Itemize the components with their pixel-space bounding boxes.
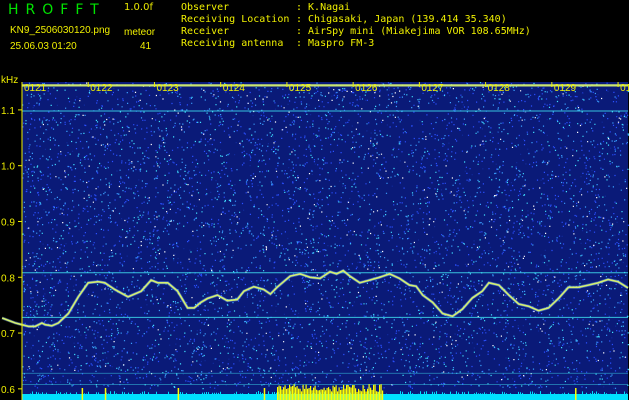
meteor-label: meteor [124,27,156,38]
file-name: KN9_2506030120.png [10,25,111,36]
x-tick-label: 0125 [289,83,312,94]
app-title: HROFFT [8,2,106,18]
observer-label: Observer [181,2,230,13]
x-tick-label: 0124 [223,83,246,94]
y-tick-label: 1.0 [1,162,15,173]
x-tick-label: 0123 [156,83,179,94]
header: HROFFT 1.0.0f KN9_2506030120.png meteor … [0,0,629,74]
x-tick-label: 0128 [488,83,511,94]
noise-burst-spike [81,388,84,400]
observer-value: : K.Nagai [296,2,351,13]
spectrogram: 0121 0122 0123 0124 0125 0126 0127 0128 0129 0130… [0,74,629,400]
x-tick-label: 0129 [554,83,577,94]
antenna-value: : Maspro FM-3 [296,38,375,49]
y-tick-label: 0.8 [1,273,15,284]
noise-burst-spike [104,388,107,400]
y-axis-label: kHz [1,75,18,86]
noise-burst-spike [575,388,577,400]
x-tick-label: 0130 [620,83,629,94]
timestamp: 25.06.03 01:20 [10,41,77,52]
receiver-value: : AirSpy mini (Miakejima VOR 108.65MHz) [296,26,531,37]
y-tick-label: 0.9 [1,217,15,228]
y-tick-label: 0.7 [1,329,15,340]
antenna-label: Receiving antenna [181,38,284,49]
x-tick-label: 0126 [355,83,378,94]
noise-burst-spike [177,388,180,400]
y-tick-label: 0.6 [1,385,15,396]
x-tick-label: 0127 [421,83,444,94]
x-tick-label: 0121 [24,83,47,94]
location-label: Receiving Location [181,14,290,25]
y-tick-label: 1.1 [1,106,15,117]
receiver-label: Receiver [181,26,230,37]
location-value: : Chigasaki, Japan (139.414 35.340) [296,14,507,25]
version-label: 1.0.0f [124,2,153,13]
noise-burst-spike [263,388,266,400]
spectrogram-background [22,82,628,400]
meteor-count: 41 [140,41,152,52]
x-tick-label: 0122 [90,83,113,94]
